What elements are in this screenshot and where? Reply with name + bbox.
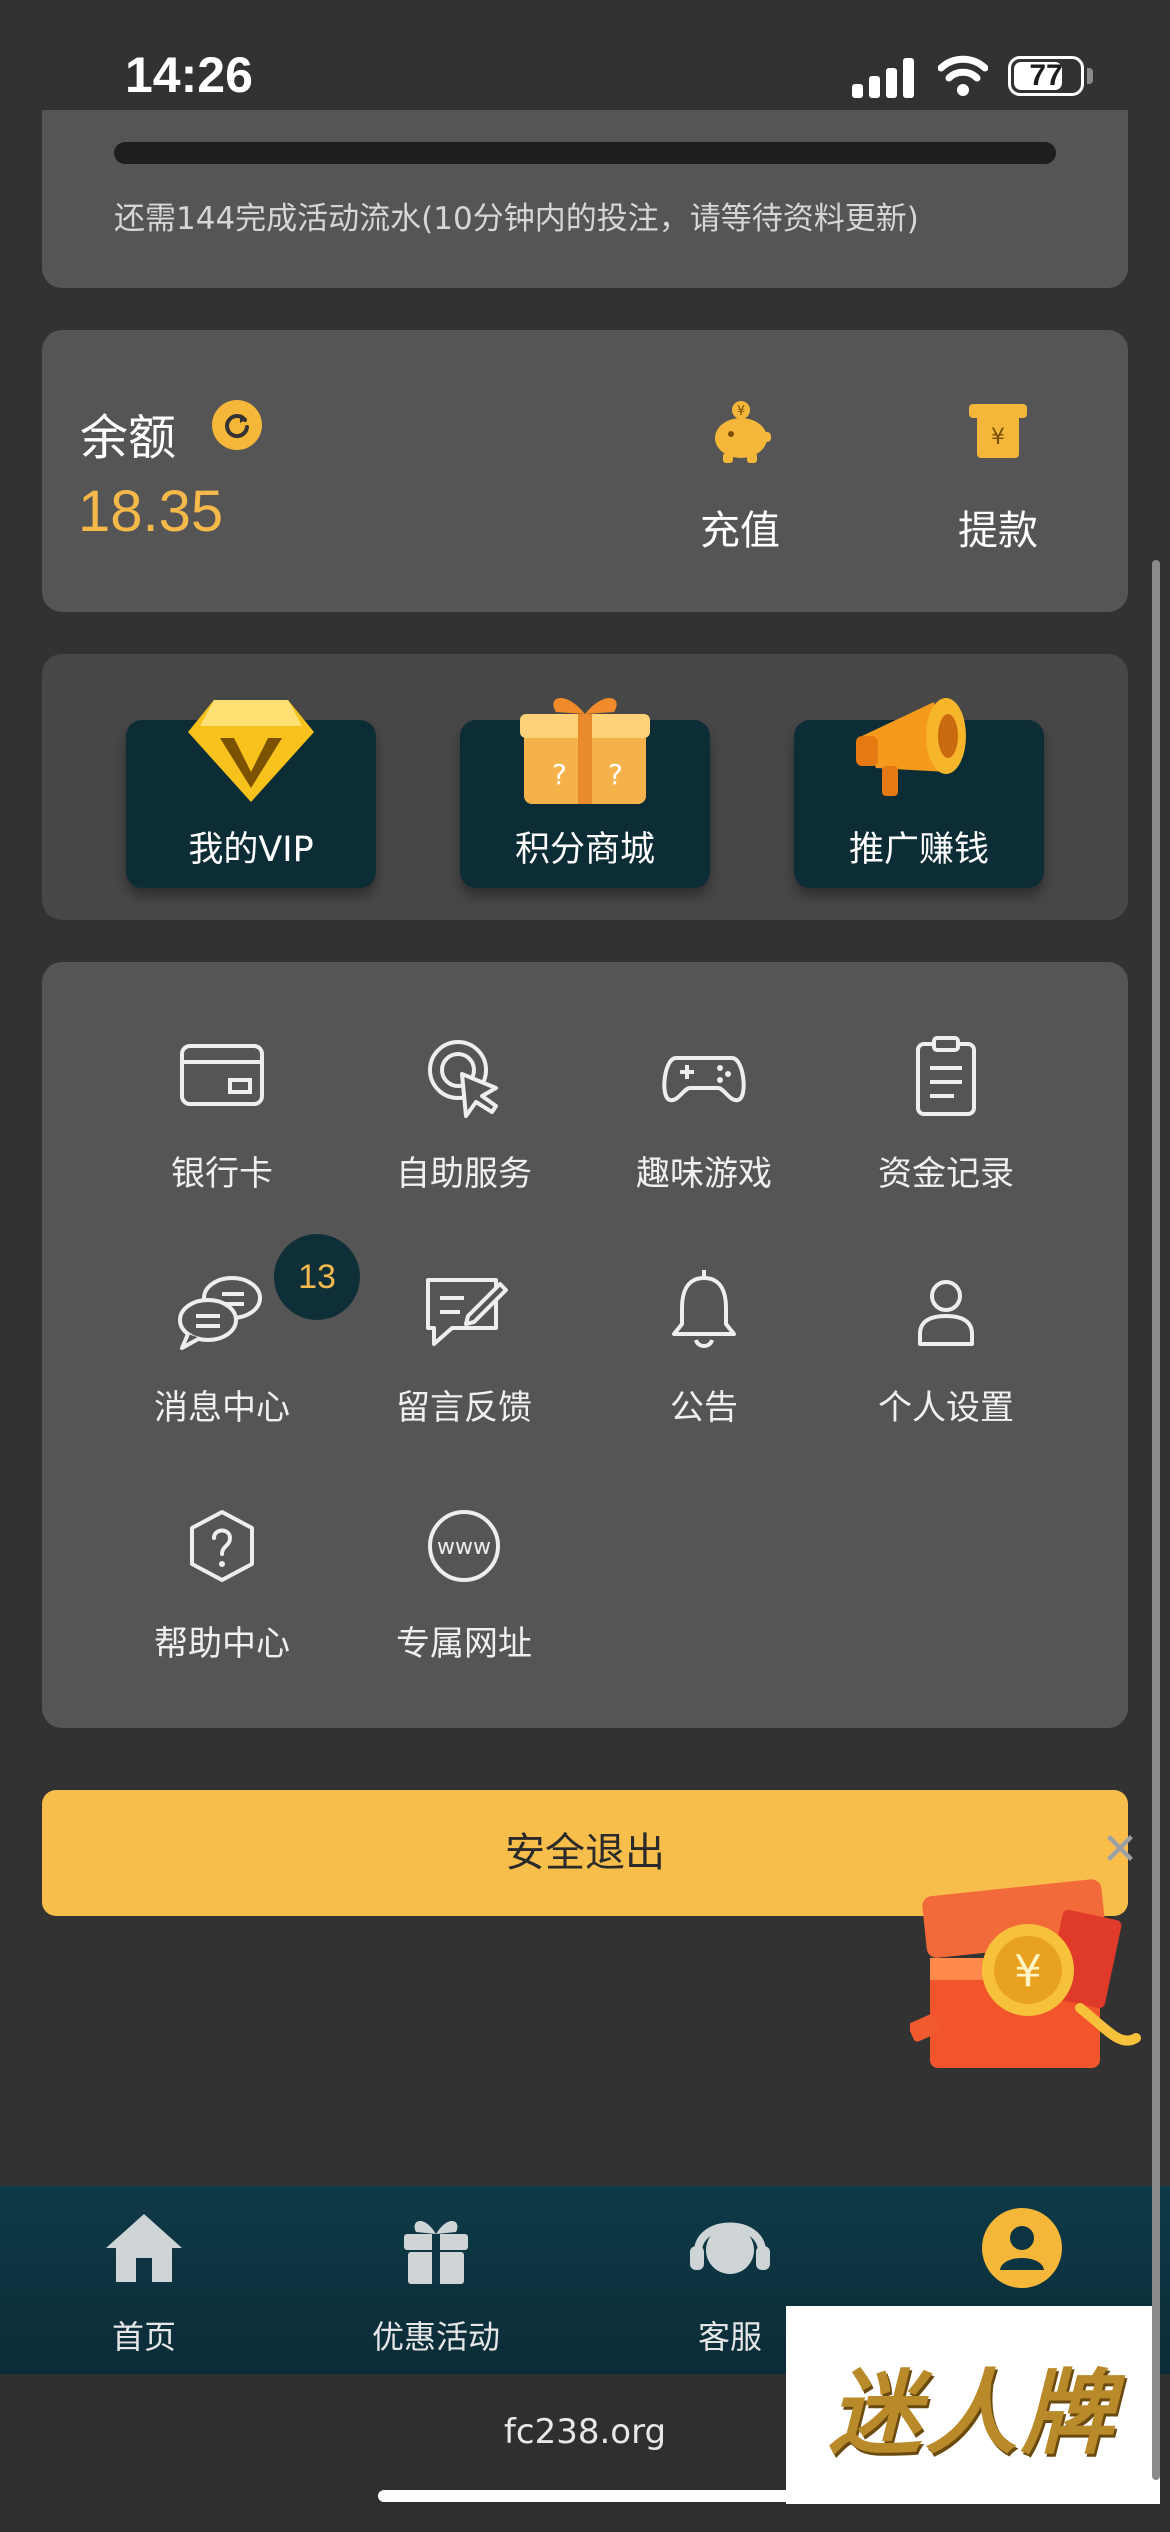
diamond-vip-icon xyxy=(188,700,314,802)
balance-value: 18.35 xyxy=(78,479,224,544)
watermark-logo: 迷人牌 xyxy=(786,2306,1160,2504)
withdraw-label: 提款 xyxy=(958,508,1038,554)
menu-label: 自助服务 xyxy=(396,1154,532,1194)
clipboard-icon xyxy=(916,1036,976,1116)
withdraw-button[interactable]: ¥ 提款 xyxy=(928,398,1068,556)
menu-announcements[interactable]: 公告 xyxy=(584,1262,824,1429)
svg-text:¥: ¥ xyxy=(1014,1946,1042,1997)
menu-label: 个人设置 xyxy=(878,1388,1014,1428)
svg-text:?: ? xyxy=(552,758,567,791)
vip-label: 我的VIP xyxy=(188,830,314,870)
tab-label: 优惠活动 xyxy=(371,2318,500,2356)
deposit-button[interactable]: ¥ 充值 xyxy=(670,398,810,556)
home-icon xyxy=(106,2214,182,2282)
menu-label: 留言反馈 xyxy=(396,1388,532,1428)
user-icon xyxy=(918,1280,974,1346)
help-icon xyxy=(190,1510,254,1582)
svg-text:www: www xyxy=(437,1535,491,1560)
feedback-icon xyxy=(426,1278,508,1346)
menu-bank-card[interactable]: 银行卡 xyxy=(102,1028,342,1195)
tab-label: 首页 xyxy=(111,2318,176,2356)
scrollbar[interactable] xyxy=(1152,560,1160,2480)
status-time: 14:26 xyxy=(125,47,253,103)
menu-feedback[interactable]: 留言反馈 xyxy=(344,1262,584,1429)
home-indicator[interactable] xyxy=(378,2490,792,2502)
menu-label: 银行卡 xyxy=(171,1154,273,1194)
deposit-label: 充值 xyxy=(700,508,780,554)
svg-text:?: ? xyxy=(608,758,623,791)
gift-icon xyxy=(404,2220,468,2284)
refresh-balance-button[interactable] xyxy=(212,400,262,450)
menu-fun-games[interactable]: 趣味游戏 xyxy=(584,1028,824,1195)
tab-promotions[interactable]: 优惠活动 xyxy=(336,2206,536,2358)
menu-label: 公告 xyxy=(670,1388,738,1428)
piggy-bank-icon: ¥ xyxy=(715,401,771,463)
menu-label: 消息中心 xyxy=(154,1388,290,1428)
svg-text:¥: ¥ xyxy=(737,404,745,419)
menu-exclusive-url[interactable]: www 专属网址 xyxy=(344,1498,584,1665)
referral-label: 推广赚钱 xyxy=(848,830,989,870)
menu-help-center[interactable]: 帮助中心 xyxy=(102,1498,342,1665)
refresh-icon xyxy=(225,414,249,439)
balance-label: 余额 xyxy=(80,410,177,466)
menu-label: 专属网址 xyxy=(396,1624,532,1664)
tab-profile[interactable] xyxy=(922,2206,1122,2312)
red-gift-promo-icon[interactable]: ¥ xyxy=(910,1858,1150,2078)
megaphone-icon xyxy=(856,698,966,796)
www-icon: www xyxy=(428,1510,500,1582)
bank-card-icon xyxy=(180,1044,264,1106)
profile-icon xyxy=(982,2208,1062,2288)
points-mall-label: 积分商城 xyxy=(514,830,655,870)
wifi-icon xyxy=(938,55,988,96)
atm-withdraw-icon: ¥ xyxy=(969,404,1027,458)
menu-label: 资金记录 xyxy=(878,1154,1014,1194)
headset-icon xyxy=(690,2222,770,2274)
gift-box-icon: ? ? xyxy=(520,697,650,804)
tab-home[interactable]: 首页 xyxy=(44,2206,244,2358)
self-service-icon xyxy=(428,1040,498,1118)
menu-personal-settings[interactable]: 个人设置 xyxy=(826,1262,1066,1429)
cellular-signal-icon xyxy=(852,58,914,98)
gamepad-icon xyxy=(662,1056,746,1103)
activity-progress-bar xyxy=(114,142,1056,164)
bell-icon xyxy=(672,1270,736,1348)
watermark-text: 迷人牌 xyxy=(828,2358,1117,2467)
menu-label: 趣味游戏 xyxy=(636,1154,772,1194)
activity-note: 还需144完成活动流水(10分钟内的投注，请等待资料更新) xyxy=(114,201,919,237)
menu-label: 帮助中心 xyxy=(154,1624,290,1664)
svg-text:¥: ¥ xyxy=(991,425,1005,450)
menu-fund-records[interactable]: 资金记录 xyxy=(826,1028,1066,1195)
battery-percent: 77 xyxy=(1029,59,1063,92)
battery-tip xyxy=(1087,68,1093,84)
chat-bubbles-icon xyxy=(178,1276,262,1350)
battery-icon: 77 xyxy=(1008,56,1084,96)
menu-self-service[interactable]: 自助服务 xyxy=(344,1028,584,1195)
